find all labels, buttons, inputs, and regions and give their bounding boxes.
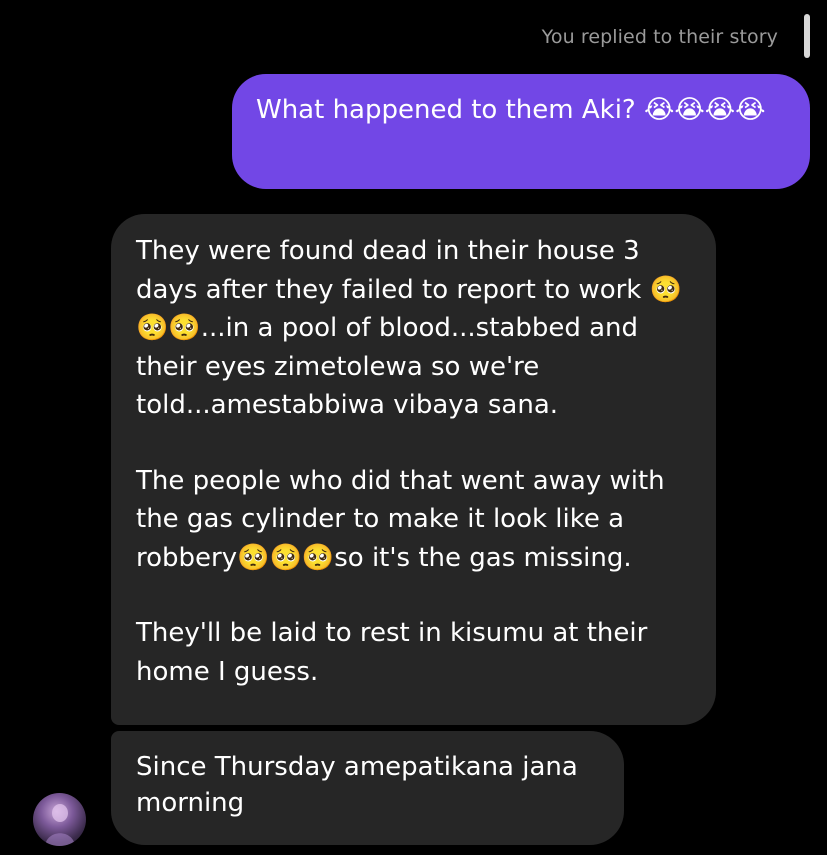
dm-conversation-screen: You replied to their story What happened… (0, 0, 827, 855)
sent-message-bubble[interactable]: What happened to them Aki? 😭😭😭😭 (232, 74, 810, 189)
received-message-text: Since Thursday amepatikana jana morning (136, 752, 578, 818)
avatar-image-icon (45, 804, 75, 846)
received-message-bubble-last[interactable]: Since Thursday amepatikana jana morning (111, 731, 624, 845)
sender-avatar[interactable] (33, 793, 86, 846)
sent-message-text: What happened to them Aki? 😭😭😭😭 (256, 95, 766, 125)
received-message-paragraph: They were found dead in their house 3 da… (136, 236, 682, 420)
received-message-bubble[interactable]: They were found dead in their house 3 da… (111, 214, 716, 725)
received-message-paragraph: The people who did that went away with t… (136, 465, 665, 573)
received-message-paragraph: They'll be laid to rest in kisumu at the… (136, 618, 648, 687)
story-reply-bar-icon (804, 14, 810, 58)
story-reply-label: You replied to their story (541, 26, 778, 48)
